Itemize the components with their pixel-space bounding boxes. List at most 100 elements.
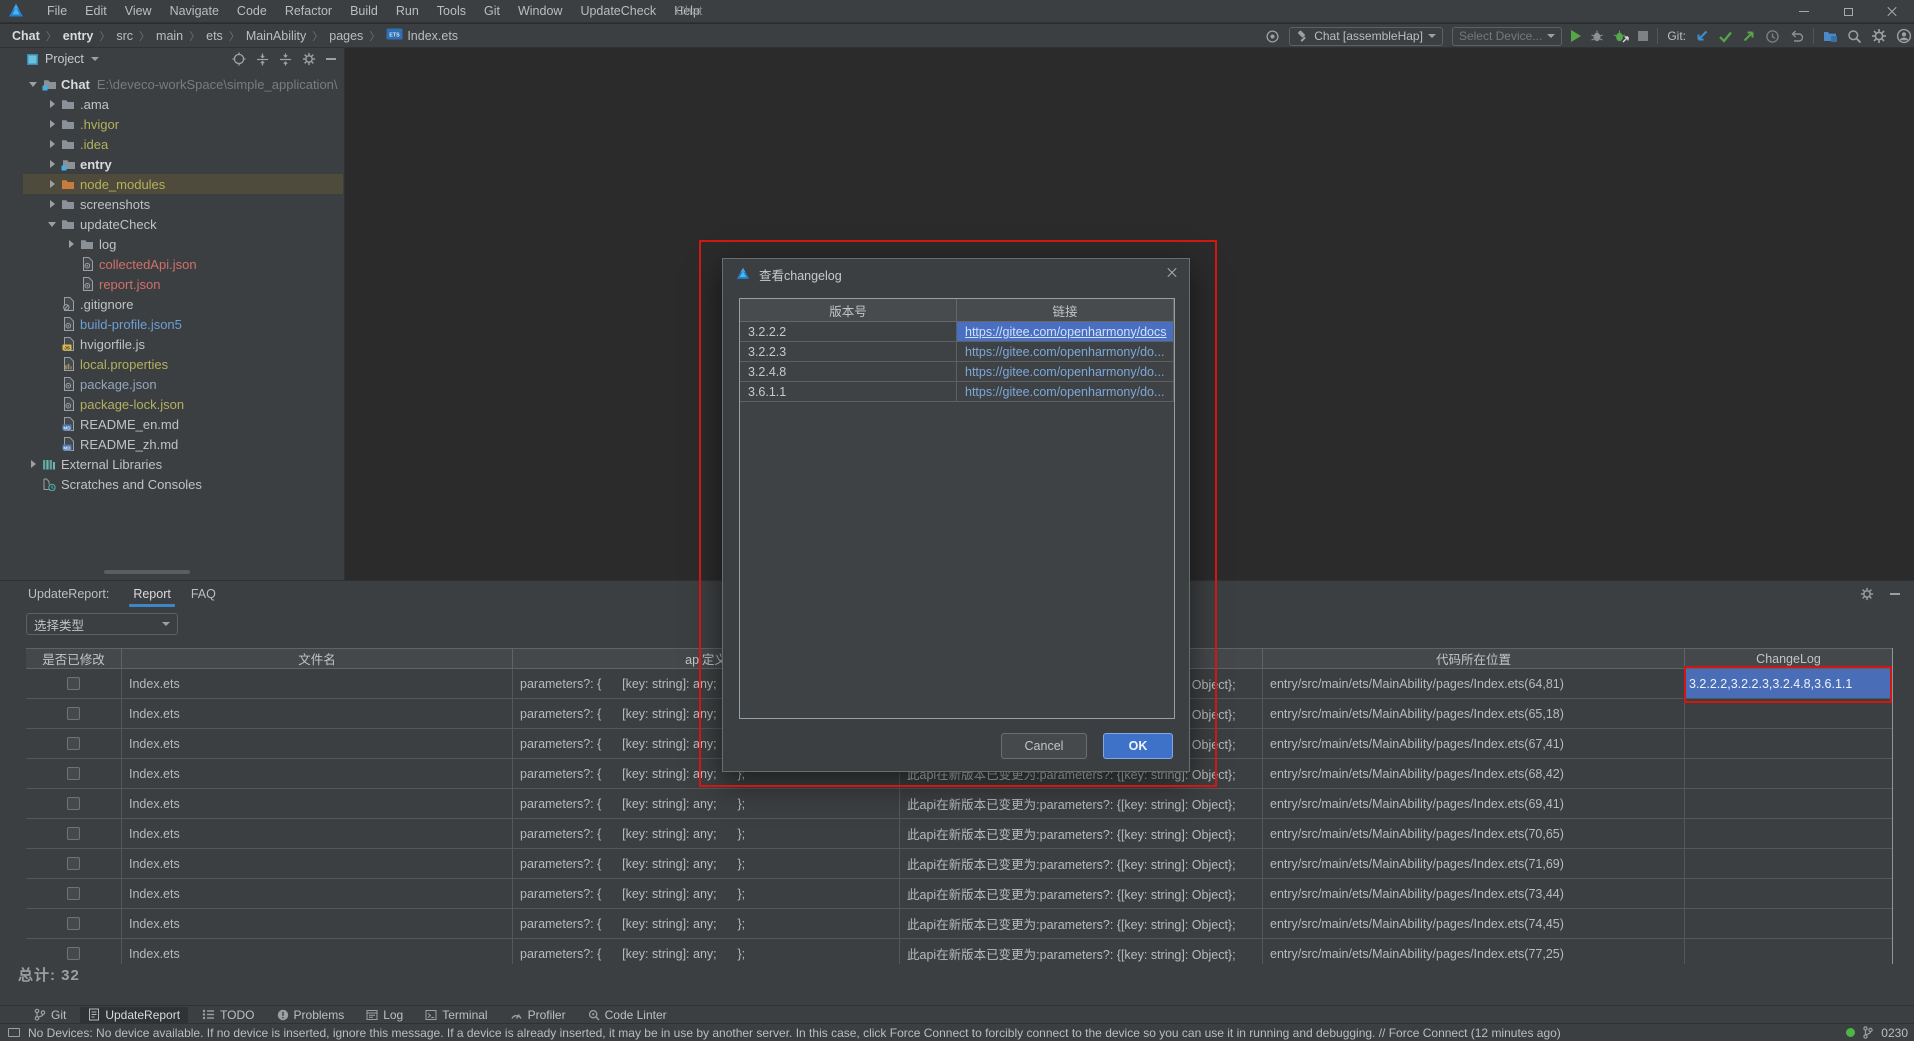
link-cell[interactable]: https://gitee.com/openharmony/do... (957, 362, 1174, 381)
tree-item-report-json[interactable]: report.json (23, 274, 343, 294)
chevron-collapsed-icon[interactable] (45, 200, 59, 208)
menu-code[interactable]: Code (228, 1, 276, 21)
tree-item-external-libraries[interactable]: External Libraries (23, 454, 343, 474)
version-cell[interactable]: 3.2.2.3 (740, 342, 957, 361)
breadcrumb-mainability[interactable]: MainAbility (246, 29, 306, 43)
menu-git[interactable]: Git (475, 1, 509, 21)
ok-button[interactable]: OK (1103, 733, 1173, 759)
dialog-column-header-[interactable]: 版本号 (740, 299, 957, 321)
tree-item-ama[interactable]: .ama (23, 94, 343, 114)
toolwindow-log[interactable]: Log (358, 1007, 411, 1023)
tree-item-entry[interactable]: entry (23, 154, 343, 174)
chevron-collapsed-icon[interactable] (45, 140, 59, 148)
toolwindow-git[interactable]: Git (26, 1007, 74, 1023)
toolwindow-problems[interactable]: Problems (269, 1007, 353, 1023)
column-header-[interactable]: 代码所在位置 (1263, 649, 1685, 668)
changelog-link[interactable]: https://gitee.com/openharmony/do... (965, 385, 1164, 399)
tree-item-hvigor[interactable]: .hvigor (23, 114, 343, 134)
tree-item-scratches-and-consoles[interactable]: Scratches and Consoles (23, 474, 343, 494)
chevron-collapsed-icon[interactable] (45, 160, 59, 168)
chevron-collapsed-icon[interactable] (45, 120, 59, 128)
link-cell[interactable]: https://gitee.com/openharmony/do... (957, 382, 1174, 401)
run-button[interactable] (1571, 30, 1581, 42)
chevron-expanded-icon[interactable] (45, 222, 59, 227)
menu-tools[interactable]: Tools (428, 1, 475, 21)
cancel-button[interactable]: Cancel (1001, 733, 1087, 759)
menu-refactor[interactable]: Refactor (276, 1, 341, 21)
account-icon[interactable] (1896, 28, 1912, 44)
tree-item-hvigorfile-js[interactable]: JShvigorfile.js (23, 334, 343, 354)
tab-faq[interactable]: FAQ (181, 581, 226, 607)
panel-gear-icon[interactable] (1860, 587, 1874, 601)
link-cell[interactable]: https://gitee.com/openharmony/docs (957, 322, 1174, 341)
git-update-icon[interactable] (1695, 29, 1709, 43)
type-filter-select[interactable]: 选择类型 (26, 613, 178, 635)
tree-item-node-modules[interactable]: node_modules (23, 174, 343, 194)
git-branch-name[interactable]: 0230 (1881, 1026, 1908, 1040)
breadcrumb-index-ets[interactable]: ETSIndex.ets (386, 28, 458, 43)
profile-icon[interactable] (1613, 29, 1629, 44)
hide-panel-icon[interactable] (326, 58, 336, 60)
version-cell[interactable]: 3.2.4.8 (740, 362, 957, 381)
menu-updatecheck[interactable]: UpdateCheck (571, 1, 665, 21)
git-commit-check-icon[interactable] (1718, 30, 1733, 43)
column-header-[interactable]: 是否已修改 (26, 649, 122, 668)
menu-edit[interactable]: Edit (76, 1, 116, 21)
panel-settings-gear-icon[interactable] (302, 52, 316, 66)
dialog-close-icon[interactable] (1167, 268, 1177, 278)
changelog-cell[interactable] (1685, 849, 1893, 878)
changelog-link[interactable]: https://gitee.com/openharmony/docs (965, 325, 1167, 339)
toolwindow-updatereport[interactable]: UpdateReport (80, 1007, 188, 1023)
expand-all-icon[interactable] (256, 53, 269, 66)
column-header-[interactable]: 文件名 (122, 649, 513, 668)
chevron-collapsed-icon[interactable] (26, 460, 40, 468)
run-configuration-select[interactable]: Chat [assembleHap] (1289, 27, 1443, 46)
minimize-button[interactable] (1782, 0, 1826, 23)
toolwindow-code-linter[interactable]: Code Linter (580, 1007, 675, 1023)
tree-item-local-properties[interactable]: local.properties (23, 354, 343, 374)
dialog-column-header-[interactable]: 链接 (957, 299, 1174, 321)
breadcrumb-chat[interactable]: Chat (12, 29, 40, 43)
version-cell[interactable]: 3.2.2.2 (740, 322, 957, 341)
tree-item-package-lock-json[interactable]: package-lock.json (23, 394, 343, 414)
link-cell[interactable]: https://gitee.com/openharmony/do... (957, 342, 1174, 361)
chevron-collapsed-icon[interactable] (64, 240, 78, 248)
menu-navigate[interactable]: Navigate (161, 1, 228, 21)
tree-item-collectedapi-json[interactable]: collectedApi.json (23, 254, 343, 274)
version-cell[interactable]: 3.6.1.1 (740, 382, 957, 401)
breadcrumb-main[interactable]: main (156, 29, 183, 43)
modified-checkbox[interactable] (67, 707, 80, 720)
modified-checkbox[interactable] (67, 677, 80, 690)
changelog-cell[interactable] (1685, 939, 1893, 964)
tree-item-package-json[interactable]: package.json (23, 374, 343, 394)
rollback-icon[interactable] (1789, 29, 1804, 43)
changelog-cell[interactable] (1685, 879, 1893, 908)
changelog-cell[interactable] (1685, 729, 1893, 758)
chevron-collapsed-icon[interactable] (45, 100, 59, 108)
collapse-all-icon[interactable] (279, 53, 292, 66)
debug-icon[interactable] (1590, 29, 1604, 43)
minimize-panel-icon[interactable] (1890, 593, 1900, 595)
modified-checkbox[interactable] (67, 767, 80, 780)
maximize-button[interactable] (1826, 0, 1870, 23)
breadcrumb-ets[interactable]: ets (206, 29, 223, 43)
menu-build[interactable]: Build (341, 1, 387, 21)
tab-report[interactable]: Report (123, 581, 181, 607)
modified-checkbox[interactable] (67, 857, 80, 870)
tree-item-readme-en-md[interactable]: MDREADME_en.md (23, 414, 343, 434)
menu-run[interactable]: Run (387, 1, 428, 21)
column-header-changelog[interactable]: ChangeLog (1685, 649, 1893, 668)
device-manager-icon[interactable] (1265, 29, 1280, 44)
changelog-link[interactable]: https://gitee.com/openharmony/do... (965, 365, 1164, 379)
modified-checkbox[interactable] (67, 797, 80, 810)
toolwindow-terminal[interactable]: Terminal (417, 1007, 495, 1023)
tree-item-updatecheck[interactable]: updateCheck (23, 214, 343, 234)
close-button[interactable] (1870, 0, 1914, 23)
tree-item-gitignore[interactable]: .gitignore (23, 294, 343, 314)
toolwindow-todo[interactable]: TODO (194, 1007, 262, 1023)
changelog-cell[interactable] (1685, 759, 1893, 788)
menu-window[interactable]: Window (509, 1, 571, 21)
menu-file[interactable]: File (38, 1, 76, 21)
changelog-cell[interactable] (1685, 819, 1893, 848)
stop-button[interactable] (1638, 31, 1648, 41)
